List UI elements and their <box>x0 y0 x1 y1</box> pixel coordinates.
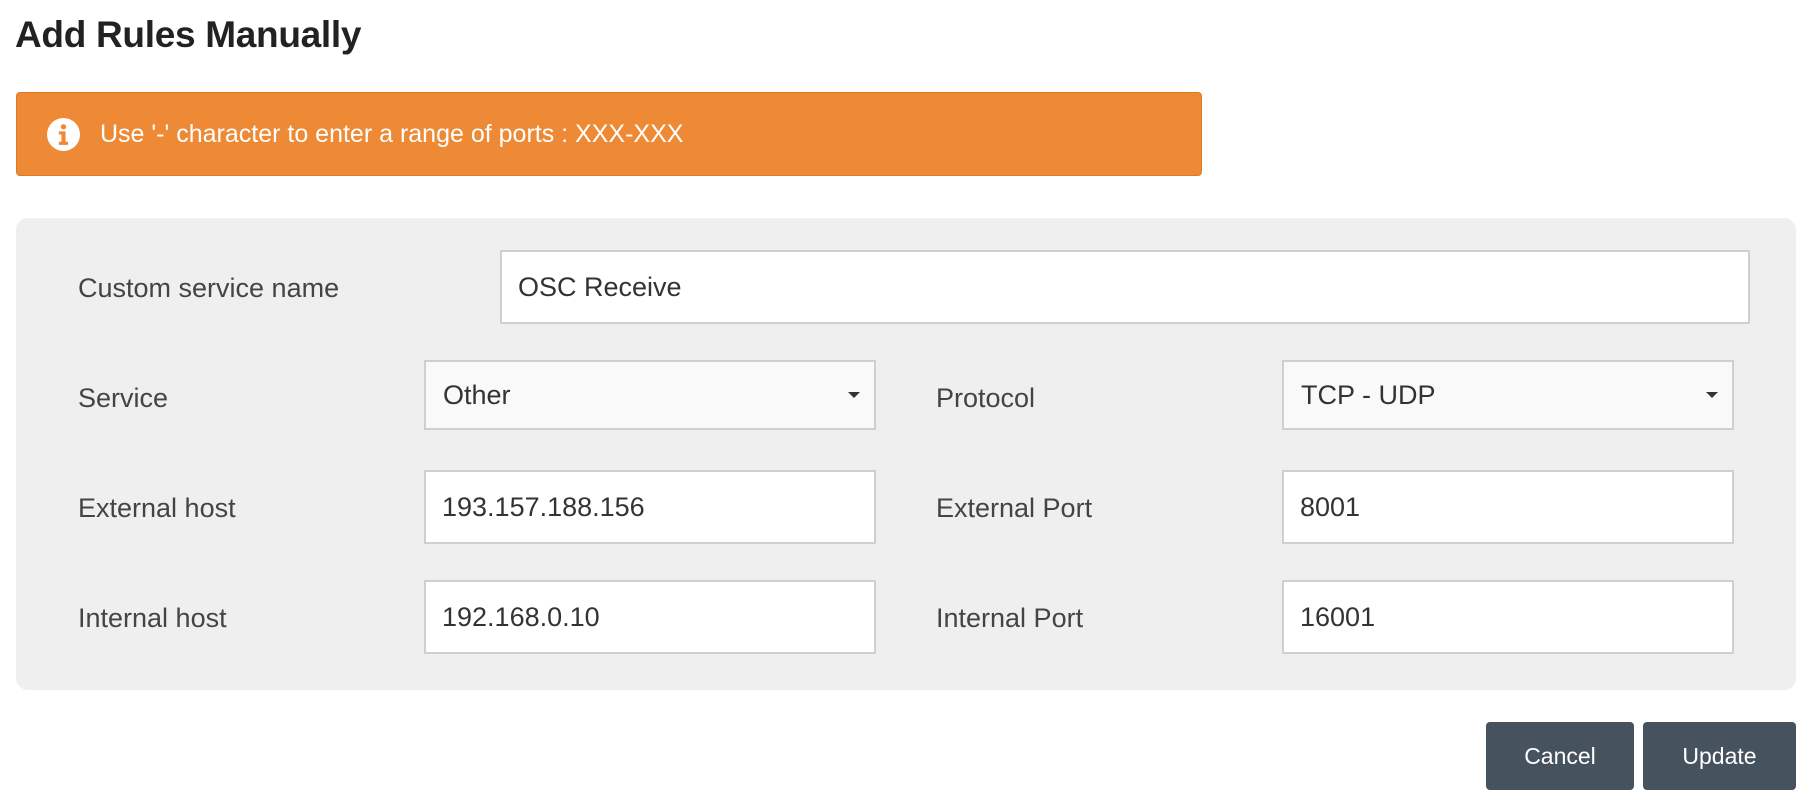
external-port-input[interactable]: 8001 <box>1282 470 1734 544</box>
internal-host-label: Internal host <box>78 603 227 633</box>
internal-port-input[interactable]: 16001 <box>1282 580 1734 654</box>
custom-service-name-label: Custom service name <box>78 273 340 303</box>
external-host-value: 193.157.188.156 <box>442 491 645 522</box>
protocol-label: Protocol <box>936 383 1036 413</box>
protocol-selected-value: TCP - UDP <box>1301 379 1436 410</box>
page-title: Add Rules Manually <box>15 14 362 55</box>
external-port-label: External Port <box>936 493 1093 523</box>
chevron-down-icon <box>1706 392 1718 398</box>
info-circle-icon <box>47 117 80 151</box>
internal-host-input[interactable]: 192.168.0.10 <box>424 580 876 654</box>
service-selected-value: Other <box>443 379 511 410</box>
port-range-alert: Use '-' character to enter a range of po… <box>16 92 1202 176</box>
protocol-select[interactable]: TCP - UDP <box>1282 360 1734 430</box>
chevron-down-icon <box>848 392 860 398</box>
service-label: Service <box>78 383 169 413</box>
external-port-value: 8001 <box>1300 491 1361 522</box>
custom-service-name-input[interactable]: OSC Receive <box>500 250 1750 324</box>
internal-host-value: 192.168.0.10 <box>442 601 600 632</box>
external-host-label: External host <box>78 493 236 523</box>
rule-form: Custom service name OSC Receive Service … <box>16 218 1796 690</box>
service-select[interactable]: Other <box>424 360 876 430</box>
custom-service-name-value: OSC Receive <box>518 271 682 302</box>
alert-text: Use '-' character to enter a range of po… <box>100 119 684 148</box>
cancel-button[interactable]: Cancel <box>1486 722 1634 790</box>
internal-port-label: Internal Port <box>936 603 1084 633</box>
external-host-input[interactable]: 193.157.188.156 <box>424 470 876 544</box>
update-button[interactable]: Update <box>1643 722 1796 790</box>
internal-port-value: 16001 <box>1300 601 1376 632</box>
add-rules-page: Add Rules Manually Use '-' character to … <box>0 0 1810 806</box>
